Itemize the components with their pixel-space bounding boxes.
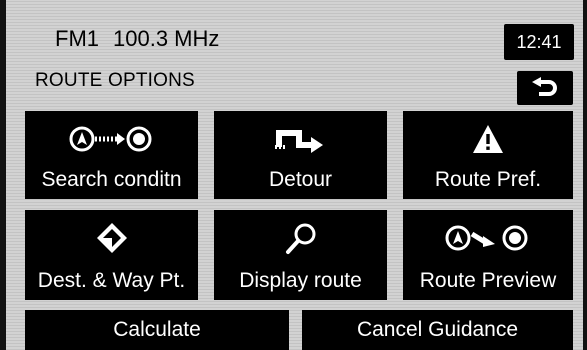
clock: 12:41: [504, 24, 574, 60]
route-preview-icon: [403, 220, 573, 256]
back-button[interactable]: [517, 71, 573, 105]
dest-waypoint-label: Dest. & Way Pt.: [37, 269, 186, 292]
route-start-to-destination-icon: [25, 121, 198, 157]
warning-triangle-icon: [403, 121, 573, 157]
route-pref-button[interactable]: Route Pref.: [403, 111, 573, 199]
back-arrow-icon: [532, 77, 557, 96]
detour-label: Detour: [268, 168, 333, 191]
route-preview-button[interactable]: Route Preview: [403, 210, 573, 300]
bezel-right: [583, 0, 587, 350]
search-conditions-label: Search conditn: [41, 168, 182, 191]
audio-source: FM1 100.3 MHz: [55, 26, 219, 52]
bezel-left: [0, 0, 6, 350]
calculate-button[interactable]: Calculate: [25, 310, 289, 350]
dest-waypoint-button[interactable]: Dest. & Way Pt.: [25, 210, 198, 300]
page-title: ROUTE OPTIONS: [35, 70, 195, 91]
calculate-label: Calculate: [113, 318, 201, 341]
display-route-label: Display route: [239, 269, 362, 292]
diamond-waypoint-icon: [25, 220, 198, 256]
radio-frequency: 100.3 MHz: [113, 26, 220, 51]
cancel-guidance-button[interactable]: Cancel Guidance: [302, 310, 573, 350]
route-preview-label: Route Preview: [419, 269, 557, 292]
radio-band: FM1: [55, 26, 99, 51]
magnifier-icon: [214, 220, 387, 256]
route-pref-label: Route Pref.: [434, 168, 542, 191]
cancel-guidance-label: Cancel Guidance: [356, 318, 519, 341]
display-route-button[interactable]: Display route: [214, 210, 387, 300]
detour-arrow-icon: [214, 121, 387, 157]
detour-button[interactable]: Detour: [214, 111, 387, 199]
search-conditions-button[interactable]: Search conditn: [25, 111, 198, 199]
nav-screen: FM1 100.3 MHz 12:41 ROUTE OPTIONS Search …: [0, 0, 587, 350]
